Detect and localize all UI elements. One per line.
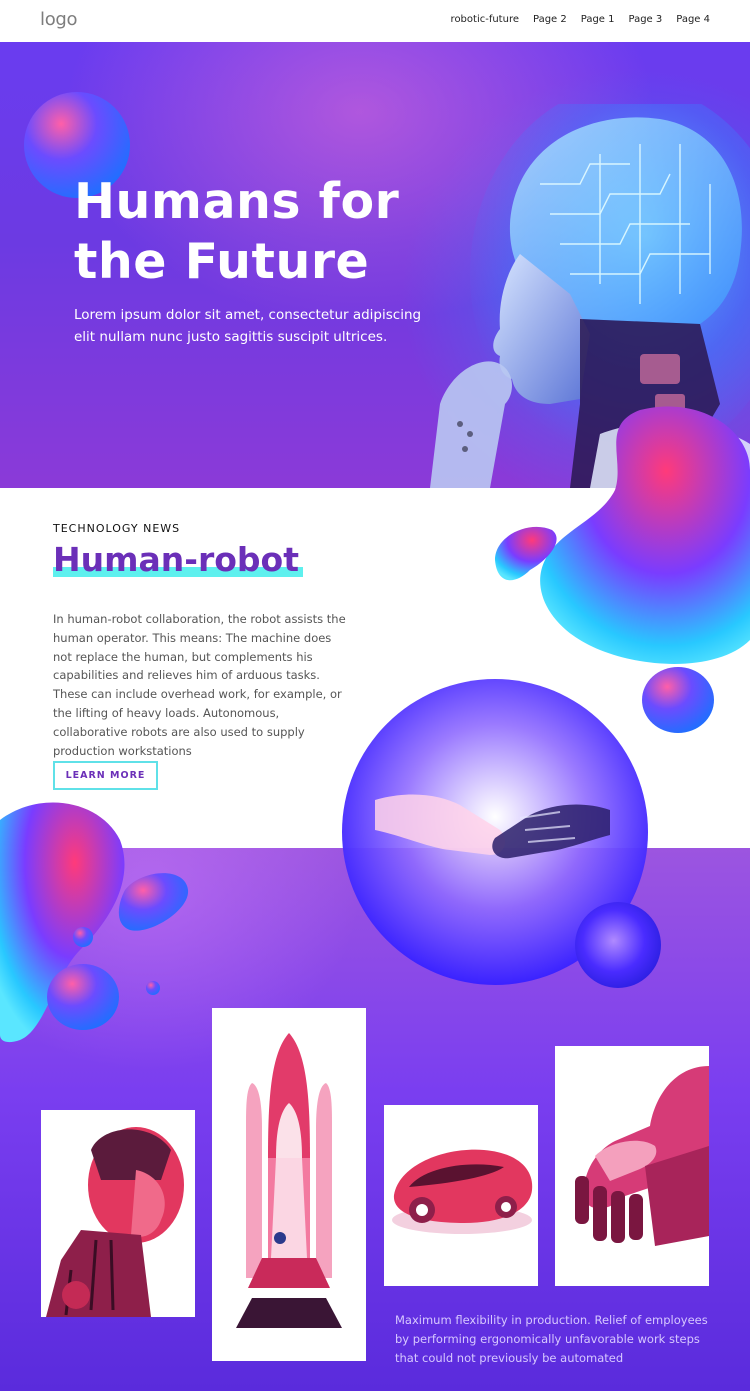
hero-title: Humans for the Future	[74, 173, 400, 290]
section-body: In human-robot collaboration, the robot …	[53, 612, 346, 758]
robot-bust-image	[41, 1110, 195, 1317]
section-kicker: TECHNOLOGY NEWS	[53, 522, 181, 535]
gallery-tile-robot-bust[interactable]	[41, 1110, 195, 1317]
site-logo[interactable]: logo	[40, 9, 78, 30]
concept-car-image	[384, 1105, 538, 1286]
section-headline: Human-robot	[53, 540, 299, 579]
main-nav: robotic-future Page 2 Page 1 Page 3 Page…	[451, 14, 710, 25]
headline-wrap: Human-robot	[53, 540, 303, 579]
nav-link-page-1[interactable]: Page 1	[581, 14, 615, 25]
learn-more-button[interactable]: LEARN MORE	[53, 761, 158, 790]
space-shuttle-image	[212, 1008, 366, 1361]
gallery-tile-concept-car[interactable]	[384, 1105, 538, 1286]
nav-link-page-3[interactable]: Page 3	[629, 14, 663, 25]
robot-head-image	[430, 104, 750, 488]
gallery-tile-robot-hand[interactable]	[555, 1046, 709, 1286]
gallery-tile-space-shuttle[interactable]	[212, 1008, 366, 1361]
gallery-section: Maximum flexibility in production. Relie…	[0, 848, 750, 1391]
gallery-caption: Maximum flexibility in production. Relie…	[395, 1313, 708, 1365]
nav-link-page-2[interactable]: Page 2	[533, 14, 567, 25]
hero-section: Humans for the Future Lorem ipsum dolor …	[0, 42, 750, 488]
hero-subtitle: Lorem ipsum dolor sit amet, consectetur …	[74, 307, 422, 345]
news-section: TECHNOLOGY NEWS Human-robot In human-rob…	[0, 488, 750, 848]
nav-link-page-4[interactable]: Page 4	[676, 14, 710, 25]
nav-link-robotic-future[interactable]: robotic-future	[451, 14, 519, 25]
site-header: logo robotic-future Page 2 Page 1 Page 3…	[0, 0, 750, 42]
robot-human-hand-image	[555, 1046, 709, 1286]
